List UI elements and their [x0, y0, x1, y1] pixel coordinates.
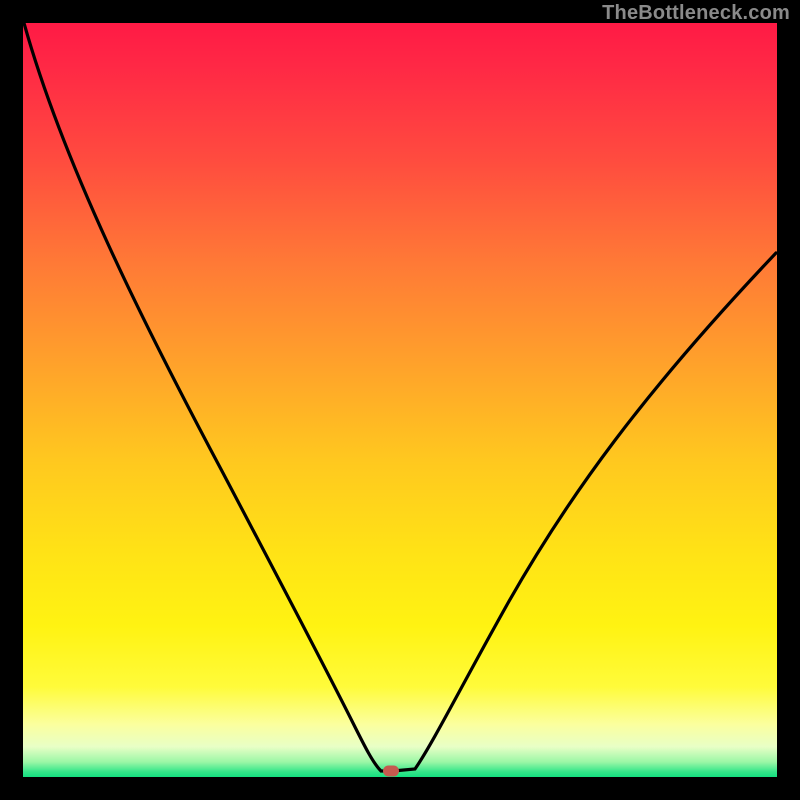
- bottleneck-curve: [24, 23, 776, 771]
- plot-area: [23, 23, 777, 777]
- chart-frame: TheBottleneck.com: [0, 0, 800, 800]
- curve-svg: [23, 23, 777, 777]
- optimum-marker: [383, 765, 399, 776]
- watermark-text: TheBottleneck.com: [602, 2, 790, 25]
